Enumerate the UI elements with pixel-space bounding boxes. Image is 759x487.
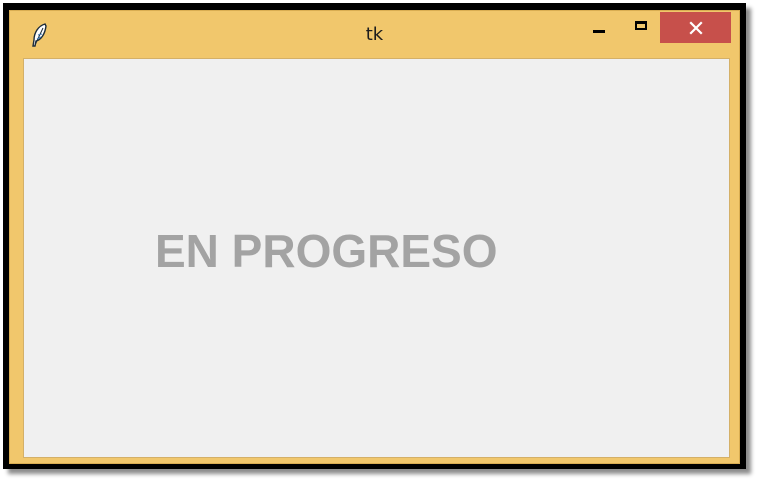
minimize-icon bbox=[593, 29, 605, 33]
status-label: EN PROGRESO bbox=[155, 225, 498, 277]
tk-window: tk EN PROGRESO bbox=[9, 10, 740, 464]
maximize-icon bbox=[635, 21, 647, 30]
minimize-button[interactable] bbox=[584, 12, 614, 43]
window-content: EN PROGRESO bbox=[23, 58, 730, 458]
maximize-button[interactable] bbox=[626, 12, 656, 43]
close-icon bbox=[688, 20, 703, 35]
close-button[interactable] bbox=[660, 12, 731, 43]
title-bar[interactable]: tk bbox=[10, 11, 739, 57]
desktop-screenshot: tk EN PROGRESO bbox=[0, 0, 759, 487]
